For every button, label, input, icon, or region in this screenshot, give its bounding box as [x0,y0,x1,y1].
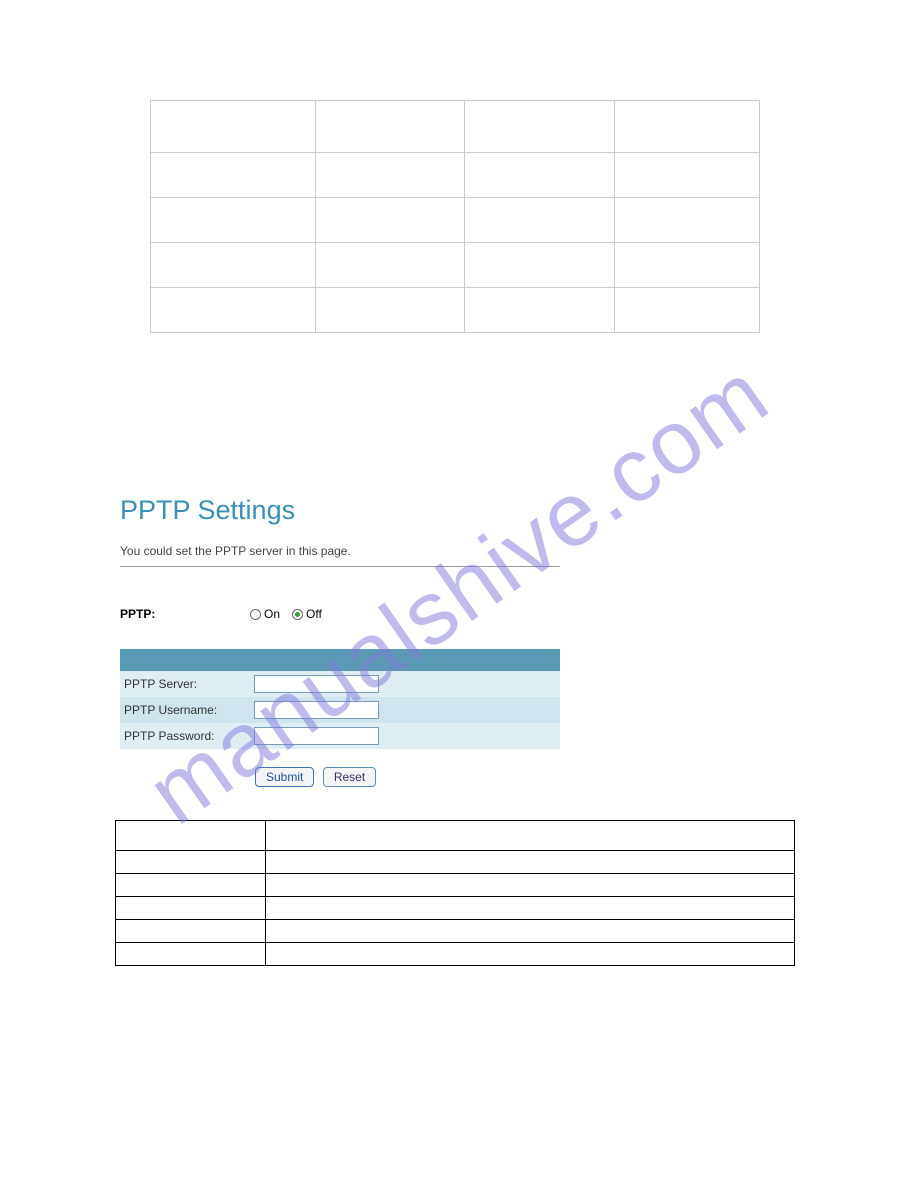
page-title: PPTP Settings [120,495,620,526]
username-label: PPTP Username: [120,697,250,723]
pptp-radio-on[interactable]: On [250,607,280,621]
pptp-username-input[interactable] [254,701,379,719]
radio-icon [250,609,261,620]
pptp-label: PPTP: [120,607,250,621]
pptp-radio-off[interactable]: Off [292,607,322,621]
pptp-password-input[interactable] [254,727,379,745]
divider [120,566,560,567]
pptp-form-table: PPTP Server: PPTP Username: PPTP Passwor… [120,649,560,749]
pptp-toggle-row: PPTP: On Off [120,607,620,621]
pptp-settings-panel: PPTP Settings You could set the PPTP ser… [120,495,620,787]
bottom-empty-table [115,820,795,966]
radio-icon [292,609,303,620]
radio-off-label: Off [306,607,322,621]
server-label: PPTP Server: [120,671,250,697]
password-label: PPTP Password: [120,723,250,749]
reset-button[interactable]: Reset [323,767,376,787]
button-row: Submit Reset [255,767,620,787]
page-description: You could set the PPTP server in this pa… [120,544,620,558]
submit-button[interactable]: Submit [255,767,314,787]
top-empty-table [150,100,760,333]
radio-on-label: On [264,607,280,621]
pptp-server-input[interactable] [254,675,379,693]
